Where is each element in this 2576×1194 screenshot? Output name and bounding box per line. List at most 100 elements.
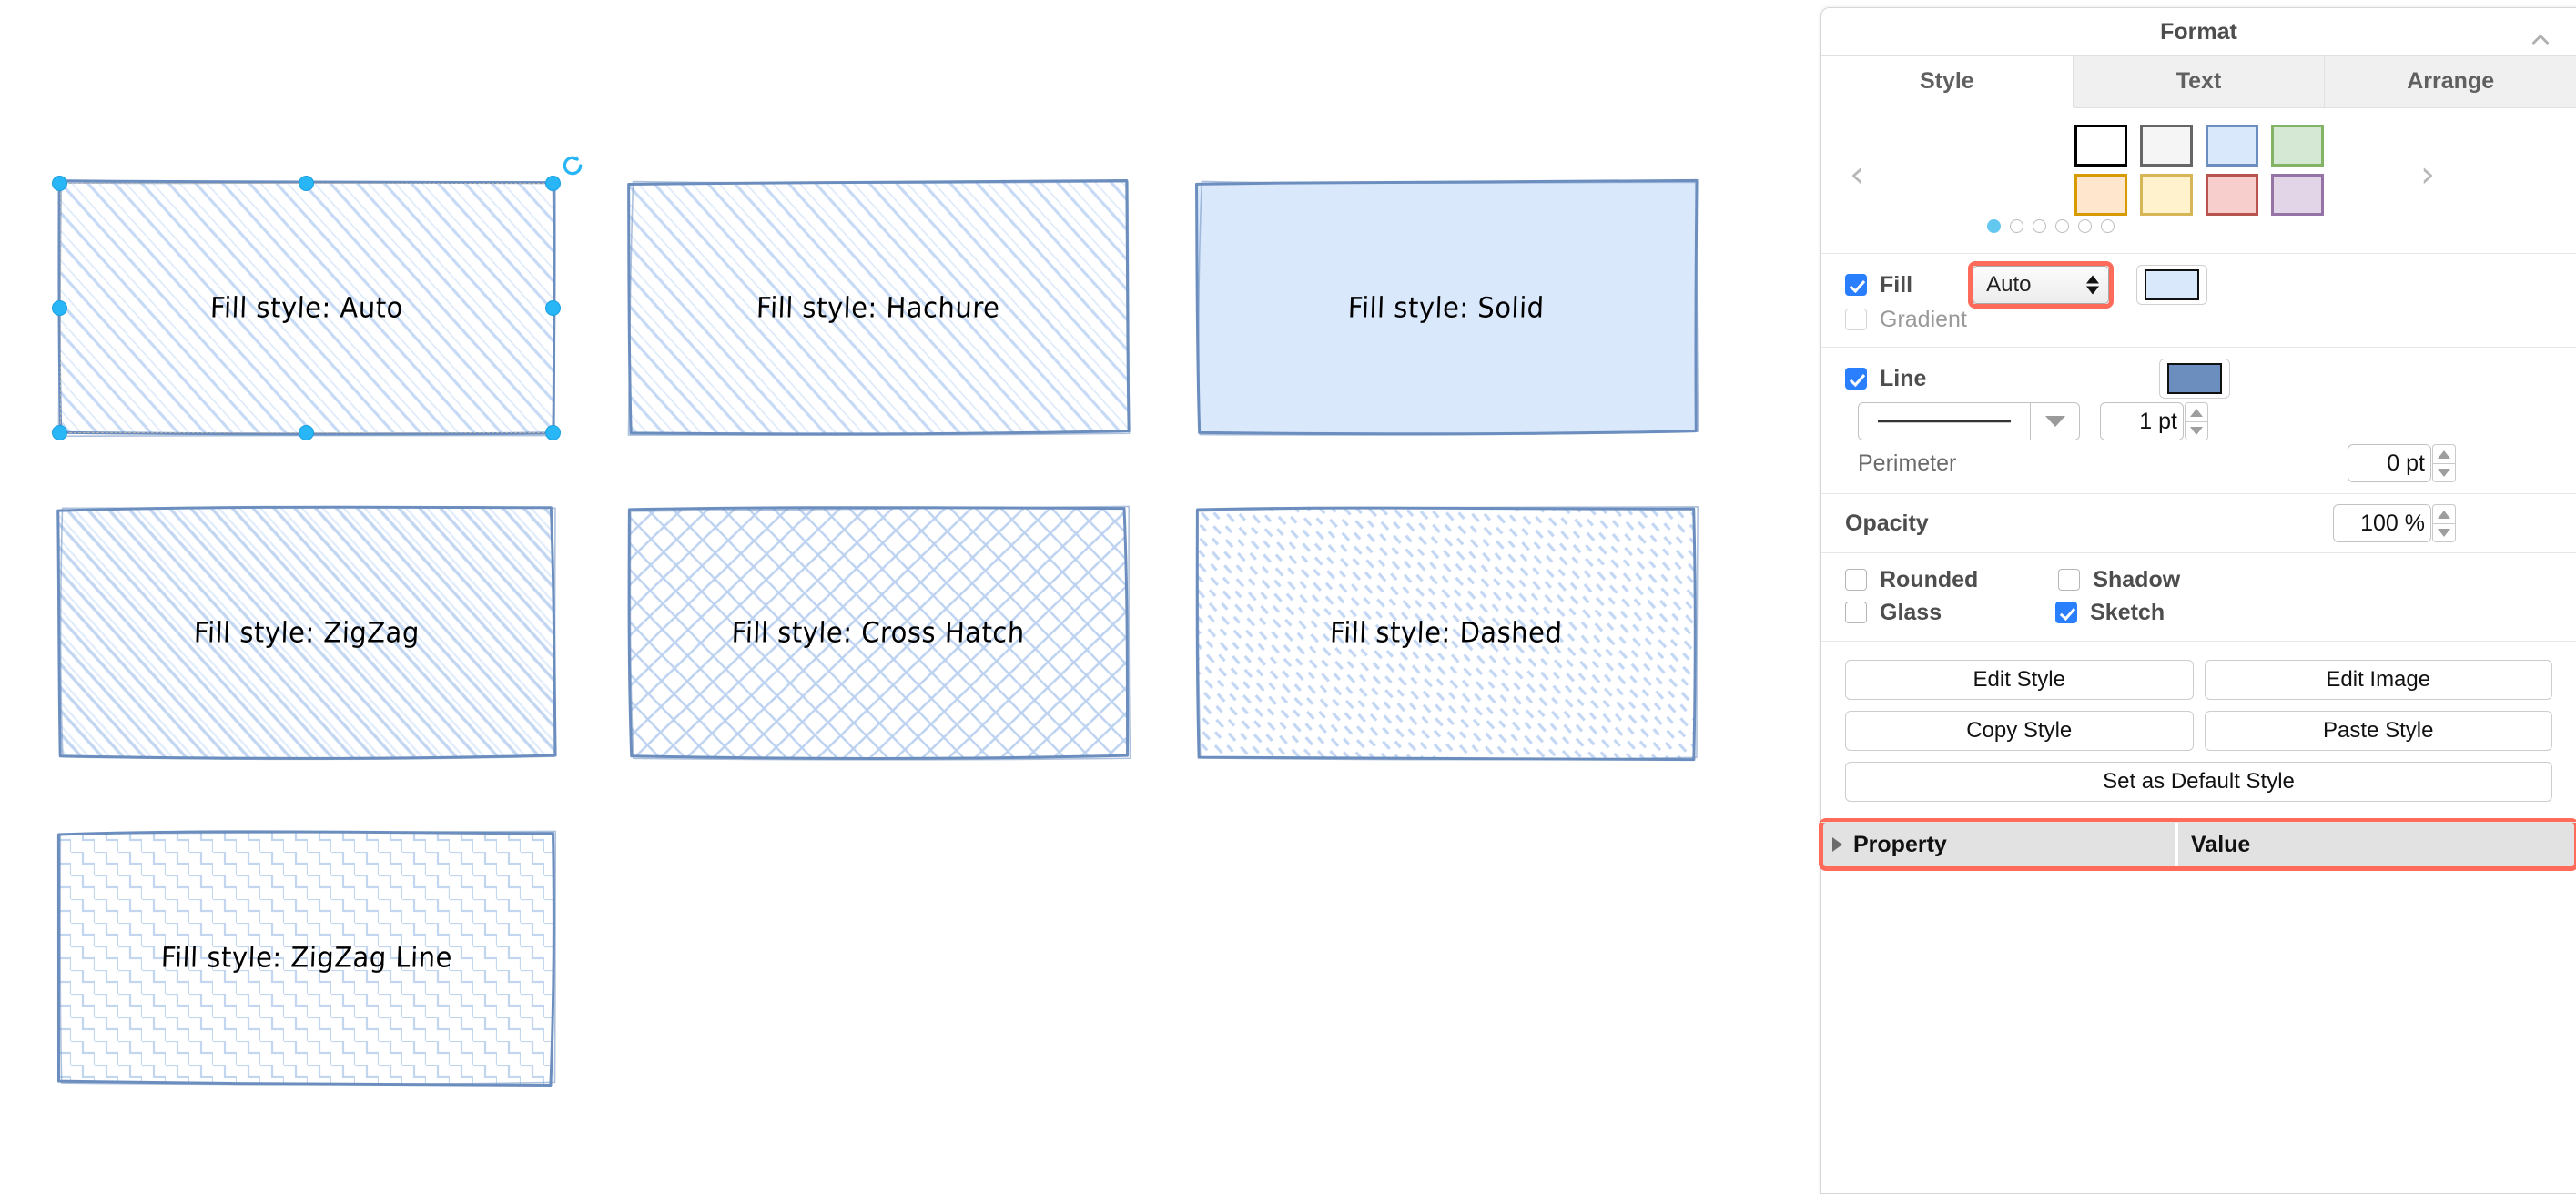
gradient-checkbox[interactable] <box>1845 309 1867 330</box>
chevron-down-icon <box>2044 416 2065 427</box>
resize-handle-3[interactable] <box>52 300 68 317</box>
line-style-dropdown[interactable] <box>2031 402 2080 440</box>
value-column-header[interactable]: Value <box>2178 823 2574 866</box>
chevron-left-icon[interactable]: ‹ <box>1843 156 1871 194</box>
shape-label: Fill style: ZigZag <box>193 616 421 650</box>
opacity-section: Opacity 100 % <box>1821 494 2576 553</box>
rounded-label: Rounded <box>1880 566 1979 592</box>
style-actions-section: Edit Style Edit Image Copy Style Paste S… <box>1821 642 2576 823</box>
edit-image-button[interactable]: Edit Image <box>2204 660 2552 700</box>
line-width-increase[interactable] <box>2185 402 2208 421</box>
line-section: Line 1 pt Perimeter 0 pt <box>1821 348 2576 494</box>
gradient-label: Gradient <box>1880 306 1967 332</box>
palette-page-dot-5[interactable] <box>2078 219 2092 233</box>
paste-style-button[interactable]: Paste Style <box>2204 711 2552 751</box>
shape-label: Fill style: Solid <box>1347 291 1546 325</box>
style-swatch-4[interactable] <box>2074 174 2127 216</box>
shadow-checkbox[interactable] <box>2058 569 2081 591</box>
rotate-handle-icon[interactable] <box>561 154 584 177</box>
palette-pager <box>1987 219 2115 233</box>
style-swatch-2[interactable] <box>2205 125 2258 167</box>
properties-header-highlight: Property Value <box>1819 818 2576 871</box>
fill-style-select[interactable]: Auto <box>1973 266 2110 304</box>
resize-handle-5[interactable] <box>52 425 68 441</box>
fill-color-swatch <box>2145 269 2200 300</box>
resize-handle-1[interactable] <box>299 175 315 191</box>
format-panel: Format Style Text Arrange ‹ › Fill Auto … <box>1819 7 2576 1194</box>
triangle-right-icon[interactable] <box>1832 837 1842 852</box>
property-column-header[interactable]: Property <box>1823 823 2178 866</box>
shadow-label: Shadow <box>2093 566 2181 592</box>
copy-style-button[interactable]: Copy Style <box>1845 711 2194 751</box>
tab-style[interactable]: Style <box>1821 56 2074 108</box>
opacity-increase[interactable] <box>2432 504 2456 523</box>
sketch-checkbox[interactable] <box>2055 602 2078 623</box>
resize-handle-4[interactable] <box>545 300 562 317</box>
rounded-checkbox[interactable] <box>1845 569 1867 591</box>
line-width-input[interactable]: 1 pt <box>2100 402 2184 440</box>
chevron-right-icon[interactable]: › <box>2414 156 2441 194</box>
perimeter-stepper[interactable] <box>2432 444 2456 482</box>
style-palette-section: ‹ › <box>1821 108 2576 254</box>
glass-checkbox[interactable] <box>1845 602 1867 623</box>
select-spinner-icon <box>2086 275 2100 295</box>
line-color-swatch <box>2167 363 2223 394</box>
set-default-style-button[interactable]: Set as Default Style <box>1845 762 2552 802</box>
palette-page-dot-6[interactable] <box>2101 219 2115 233</box>
style-swatch-grid <box>2074 125 2324 216</box>
style-swatch-1[interactable] <box>2139 125 2193 167</box>
shape-label: Fill style: Hachure <box>756 291 1001 325</box>
fill-color-button[interactable] <box>2136 265 2208 305</box>
solid-line-icon[interactable] <box>1858 402 2031 440</box>
resize-handle-7[interactable] <box>545 425 562 441</box>
fill-style-select-highlight: Auto <box>1968 261 2115 309</box>
shape-label: Fill style: Dashed <box>1329 616 1564 650</box>
style-swatch-6[interactable] <box>2205 174 2258 216</box>
style-swatch-5[interactable] <box>2139 174 2193 216</box>
tab-text[interactable]: Text <box>2073 56 2326 107</box>
resize-handle-6[interactable] <box>299 425 315 441</box>
resize-handle-2[interactable] <box>545 175 562 191</box>
perimeter-input[interactable]: 0 pt <box>2348 444 2431 482</box>
perimeter-increase[interactable] <box>2432 444 2456 463</box>
chevron-up-icon[interactable] <box>2529 21 2552 45</box>
page-title: Format <box>2160 19 2237 45</box>
line-width-decrease[interactable] <box>2185 421 2208 440</box>
effects-section: Rounded Shadow Glass Sketch <box>1821 553 2576 642</box>
tab-arrange[interactable]: Arrange <box>2325 56 2576 107</box>
perimeter-label: Perimeter <box>1858 450 1957 476</box>
opacity-label: Opacity <box>1845 510 1929 536</box>
style-swatch-0[interactable] <box>2074 125 2127 167</box>
panel-title-bar: Format <box>1821 8 2576 56</box>
palette-page-dot-2[interactable] <box>2010 219 2023 233</box>
line-width-stepper[interactable] <box>2185 402 2208 440</box>
diagram-canvas[interactable]: Fill style: Auto Fill style: Hachure Fill … <box>0 0 1816 1194</box>
opacity-input[interactable]: 100 % <box>2333 504 2431 542</box>
opacity-decrease[interactable] <box>2432 523 2456 542</box>
fill-style-value: Auto <box>1986 272 2032 297</box>
palette-page-dot-3[interactable] <box>2033 219 2046 233</box>
panel-tabs: Style Text Arrange <box>1821 56 2576 108</box>
line-label: Line <box>1880 365 1927 391</box>
edit-style-button[interactable]: Edit Style <box>1845 660 2194 700</box>
fill-checkbox[interactable] <box>1845 274 1867 296</box>
line-checkbox[interactable] <box>1845 368 1867 390</box>
palette-page-dot-1[interactable] <box>1987 219 2001 233</box>
sketch-label: Sketch <box>2090 599 2165 625</box>
fill-section: Fill Auto Gradient <box>1821 254 2576 348</box>
fill-label: Fill <box>1880 271 1913 298</box>
property-column-label: Property <box>1853 831 1947 857</box>
style-swatch-7[interactable] <box>2270 174 2324 216</box>
perimeter-decrease[interactable] <box>2432 463 2456 482</box>
resize-handle-0[interactable] <box>52 175 68 191</box>
properties-table-header: Property Value <box>1823 823 2574 866</box>
shape-label: Fill style: Auto <box>209 291 404 325</box>
value-column-label: Value <box>2191 831 2251 857</box>
opacity-stepper[interactable] <box>2432 504 2456 542</box>
line-color-button[interactable] <box>2159 359 2231 399</box>
selection-outline <box>59 183 553 433</box>
glass-label: Glass <box>1880 599 1942 625</box>
palette-page-dot-4[interactable] <box>2055 219 2069 233</box>
shape-label: Fill style: ZigZag Line <box>160 941 453 975</box>
style-swatch-3[interactable] <box>2270 125 2324 167</box>
